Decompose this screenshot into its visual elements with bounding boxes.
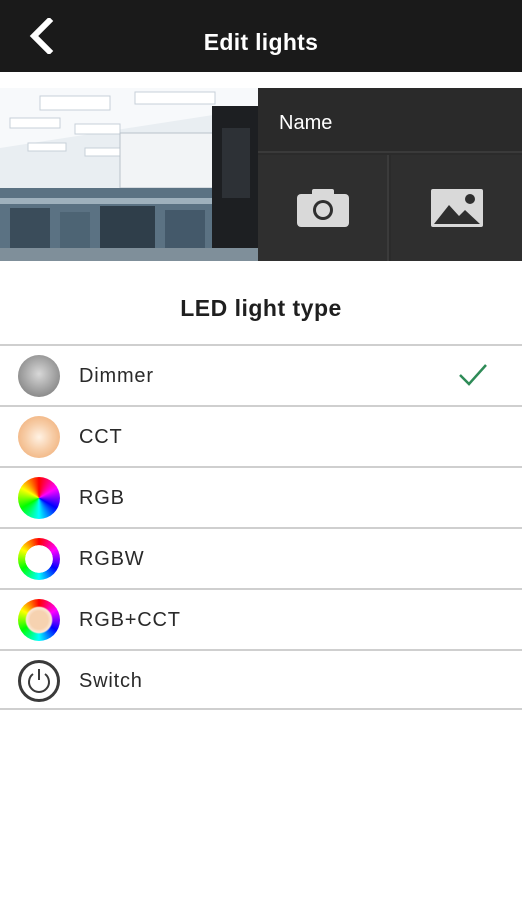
light-type-label: CCT [79,426,123,448]
light-type-switch[interactable]: Switch [0,649,522,710]
light-photo [0,88,258,261]
rgb-cct-icon [18,599,60,641]
light-type-label: Switch [79,670,143,692]
light-type-cct[interactable]: CCT [0,405,522,466]
light-profile-header: Name [0,88,522,261]
light-type-rgb-cct[interactable]: RGB+CCT [0,588,522,649]
light-type-label: RGB [79,487,125,509]
cct-icon [18,416,60,458]
choose-image-button[interactable] [391,155,522,261]
office-ceiling-image [0,88,258,261]
top-bar: Edit lights [0,0,522,72]
rgb-icon [18,477,60,519]
page-title: Edit lights [203,29,319,55]
light-type-dimmer[interactable]: Dimmer [0,344,522,405]
camera-icon [296,189,349,227]
led-light-type-heading: LED light type [180,295,342,321]
rgbw-icon [18,538,60,580]
name-field[interactable]: Name [258,88,522,153]
image-icon [430,189,483,227]
light-type-rgbw[interactable]: RGBW [0,527,522,588]
checkmark-icon [459,364,487,386]
light-type-rgb[interactable]: RGB [0,466,522,527]
light-type-label: Dimmer [79,365,154,387]
light-type-label: RGB+CCT [79,609,181,631]
power-icon [18,660,60,702]
light-type-list: Dimmer CCT RGB RGBW RGB+CCT Switch [0,344,522,710]
dimmer-icon [18,355,60,397]
light-type-label: RGBW [79,548,145,570]
take-photo-button[interactable] [258,155,389,261]
